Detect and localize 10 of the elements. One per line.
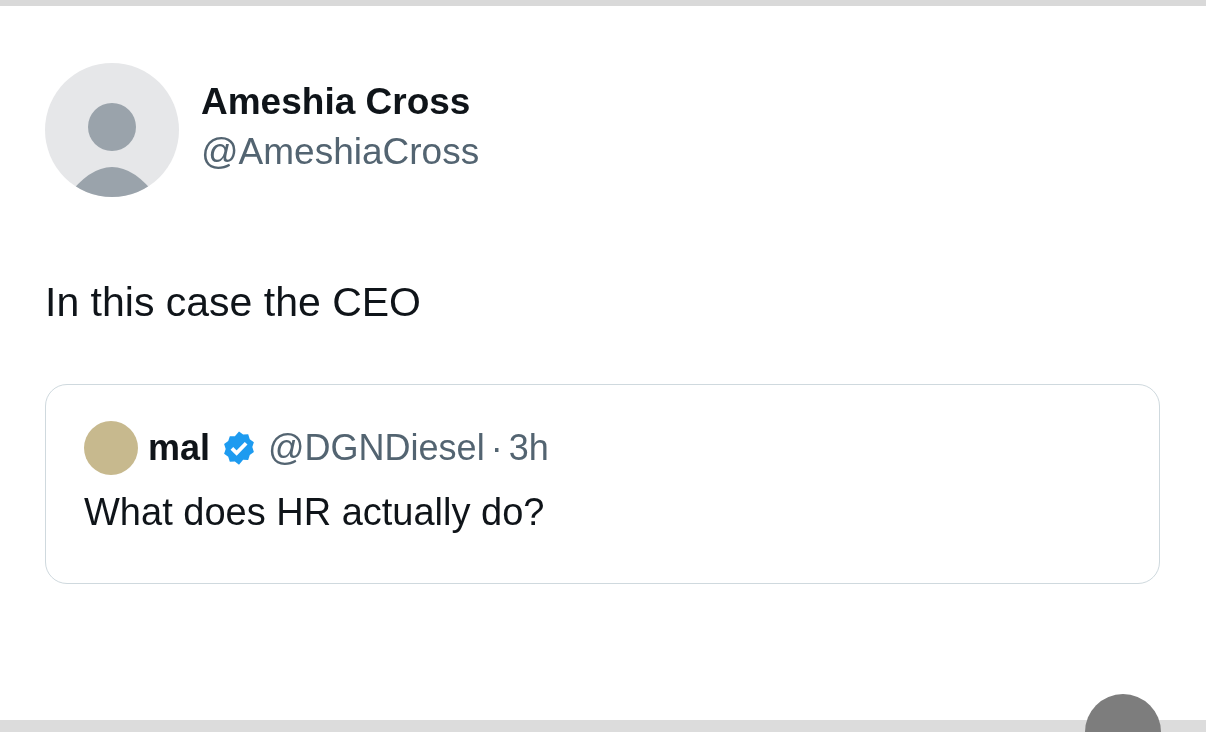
- separator-dot: ·: [490, 427, 503, 469]
- timestamp: 3h: [508, 427, 549, 469]
- avatar-icon: [84, 421, 138, 475]
- quoted-tweet-text: What does HR actually do?: [84, 491, 546, 534]
- author-handle[interactable]: @AmeshiaCross: [201, 131, 480, 173]
- author-name[interactable]: Ameshia Cross: [201, 81, 480, 123]
- quoted-tweet[interactable]: mal @DGNDiesel · 3h What does HR actually do?: [45, 384, 1160, 584]
- tweet-text: In this case the CEO: [45, 279, 422, 326]
- quoted-author-handle: @DGNDiesel: [268, 427, 485, 469]
- quoted-author-name: mal: [148, 427, 211, 469]
